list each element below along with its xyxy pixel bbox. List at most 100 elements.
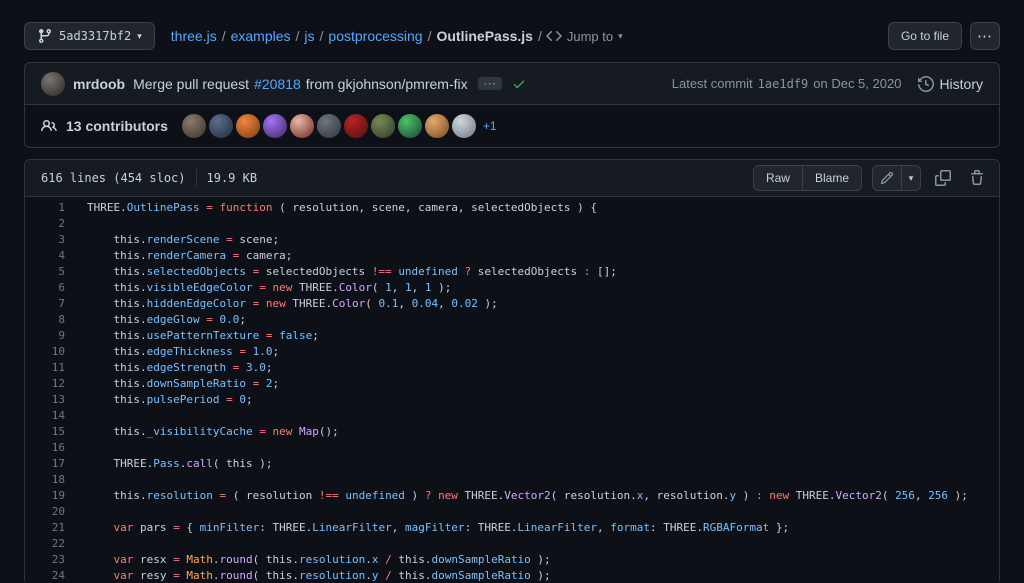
raw-blame-group: Raw Blame	[752, 165, 862, 191]
line-content	[75, 440, 999, 456]
contributor-avatar[interactable]	[289, 114, 314, 138]
line-number[interactable]: 1	[25, 200, 75, 216]
file-box: 616 lines (454 sloc) 19.9 KB Raw Blame ▾	[24, 159, 1000, 583]
file-info-divider	[195, 169, 197, 187]
line-number[interactable]: 4	[25, 248, 75, 264]
line-content: this.renderScene = scene;	[87, 233, 280, 246]
line-number[interactable]: 21	[25, 520, 75, 536]
code-line: 9 this.usePatternTexture = false;	[25, 328, 999, 344]
edit-file-button[interactable]	[872, 165, 902, 191]
jump-to-button[interactable]: Jump to ▾	[546, 28, 623, 44]
commit-message-expander[interactable]: ⋯	[477, 77, 502, 90]
code-line: 1 THREE.OutlinePass = function ( resoluti…	[25, 200, 999, 216]
copy-file-button[interactable]	[931, 165, 955, 191]
raw-button[interactable]: Raw	[752, 165, 803, 191]
author-avatar[interactable]	[41, 71, 65, 96]
line-number[interactable]: 18	[25, 472, 75, 488]
code-line: 17 THREE.Pass.call( this );	[25, 456, 999, 472]
breadcrumb-separator: /	[221, 28, 226, 44]
caret-down-icon: ▾	[618, 30, 623, 41]
contributors-bar: 13 contributors +1	[25, 105, 999, 147]
branch-selector-button[interactable]: 5ad3317bf2 ▾	[24, 22, 155, 50]
contributors-link[interactable]: 13 contributors	[41, 118, 168, 134]
line-number[interactable]: 12	[25, 376, 75, 392]
line-number[interactable]: 11	[25, 360, 75, 376]
contributor-avatar[interactable]	[424, 114, 449, 138]
code-line: 24 var resy = Math.round( this.resolutio…	[25, 568, 999, 583]
file-navigation-bar: 5ad3317bf2 ▾ three.js / examples / js / postpr…	[24, 22, 1000, 50]
contributor-avatar[interactable]	[208, 114, 233, 138]
line-number[interactable]: 2	[25, 216, 75, 232]
code-line: 19 this.resolution = ( resolution !== un…	[25, 488, 999, 504]
file-actions: Raw Blame ▾	[752, 165, 989, 191]
code-view: 1 THREE.OutlinePass = function ( resoluti…	[25, 197, 999, 583]
go-to-file-button[interactable]: Go to file	[887, 22, 962, 50]
contributor-avatar[interactable]	[262, 114, 287, 138]
breadcrumb-item[interactable]: postprocessing	[328, 28, 422, 44]
line-number[interactable]: 19	[25, 488, 75, 504]
line-content: this.resolution = ( resolution !== undef…	[87, 489, 968, 502]
line-number[interactable]: 16	[25, 440, 75, 456]
code-line: 16	[25, 440, 999, 456]
breadcrumb-item[interactable]: three.js	[171, 28, 217, 44]
commit-sha-link[interactable]: 1ae1df9	[758, 77, 809, 91]
caret-down-icon: ▾	[908, 172, 914, 183]
code-line: 4 this.renderCamera = camera;	[25, 248, 999, 264]
more-contributors-link[interactable]: +1	[483, 119, 497, 133]
line-number[interactable]: 6	[25, 280, 75, 296]
contributor-avatar[interactable]	[181, 114, 206, 138]
delete-file-button[interactable]	[965, 165, 989, 191]
commit-message-text: from gkjohnson/pmrem-fix	[305, 75, 468, 92]
contributor-avatar[interactable]	[316, 114, 341, 138]
code-line: 5 this.selectedObjects = selectedObjects…	[25, 264, 999, 280]
contributor-avatar[interactable]	[370, 114, 395, 138]
more-options-button[interactable]: ⋯	[970, 22, 1000, 50]
pr-number-link[interactable]: #20818	[254, 76, 301, 92]
line-content: this.visibleEdgeColor = new THREE.Color(…	[87, 281, 452, 294]
line-number[interactable]: 23	[25, 552, 75, 568]
code-line: 7 this.hiddenEdgeColor = new THREE.Color…	[25, 296, 999, 312]
line-number[interactable]: 14	[25, 408, 75, 424]
blame-button[interactable]: Blame	[801, 165, 862, 191]
line-number[interactable]: 7	[25, 296, 75, 312]
line-number[interactable]: 15	[25, 424, 75, 440]
line-content: this.edgeGlow = 0.0;	[87, 313, 246, 326]
file-lines-info: 616 lines (454 sloc)	[41, 171, 186, 185]
breadcrumb-separator: /	[537, 28, 542, 44]
line-number[interactable]: 5	[25, 264, 75, 280]
line-content: this.hiddenEdgeColor = new THREE.Color( …	[87, 297, 498, 310]
line-number[interactable]: 8	[25, 312, 75, 328]
line-number[interactable]: 20	[25, 504, 75, 520]
contributor-avatars	[181, 114, 476, 138]
history-link[interactable]: History	[918, 76, 983, 92]
line-number[interactable]: 3	[25, 232, 75, 248]
check-icon[interactable]	[512, 77, 526, 91]
line-content: THREE.OutlinePass = function ( resolutio…	[87, 201, 597, 214]
commit-author-link[interactable]: mrdoob	[73, 76, 125, 92]
trash-icon	[971, 170, 983, 185]
line-number[interactable]: 10	[25, 344, 75, 360]
git-branch-icon	[38, 29, 51, 44]
contributor-avatar[interactable]	[451, 114, 476, 138]
line-number[interactable]: 17	[25, 456, 75, 472]
commit-meta: Latest commit 1ae1df9 on Dec 5, 2020 His…	[672, 76, 983, 92]
file-size-info: 19.9 KB	[206, 171, 258, 185]
contributor-avatar[interactable]	[397, 114, 422, 138]
code-line: 20	[25, 504, 999, 520]
contributor-avatar[interactable]	[235, 114, 260, 138]
latest-commit-label: Latest commit	[671, 76, 753, 91]
line-number[interactable]: 13	[25, 392, 75, 408]
edit-dropdown-button[interactable]: ▾	[901, 165, 921, 191]
line-number[interactable]: 9	[25, 328, 75, 344]
caret-down-icon: ▾	[137, 30, 142, 41]
breadcrumb-item: OutlinePass.js	[436, 28, 533, 44]
commit-box: mrdoob Merge pull request #20818 from gk…	[24, 62, 1000, 148]
line-number[interactable]: 24	[25, 568, 75, 583]
contributor-avatar[interactable]	[343, 114, 368, 138]
code-line: 8 this.edgeGlow = 0.0;	[25, 312, 999, 328]
breadcrumb-item[interactable]: js	[304, 28, 314, 44]
history-label: History	[939, 75, 983, 92]
breadcrumb-item[interactable]: examples	[231, 28, 291, 44]
line-number[interactable]: 22	[25, 536, 75, 552]
code-line: 2	[25, 216, 999, 232]
